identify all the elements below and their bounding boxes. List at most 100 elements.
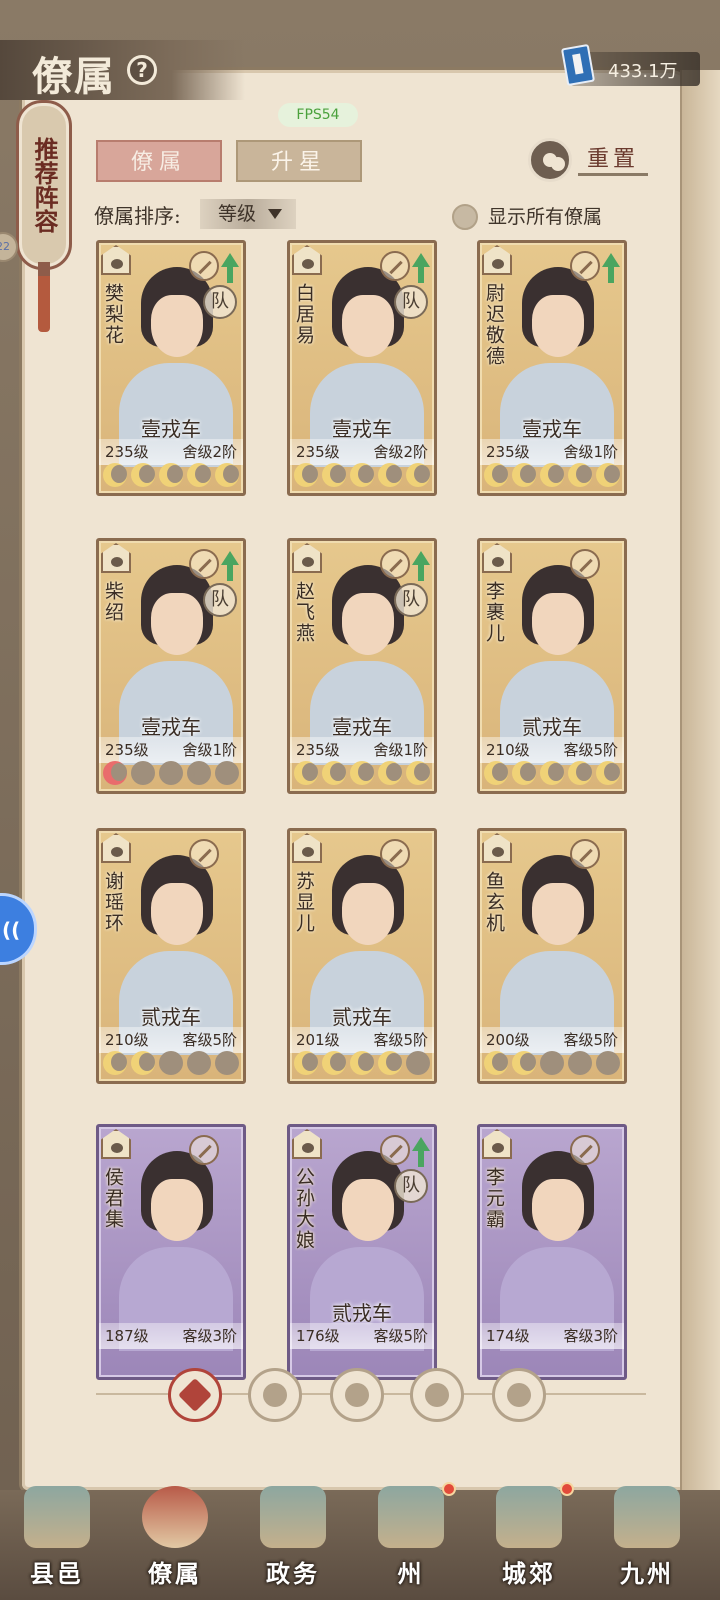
nav-art-icon <box>142 1486 208 1548</box>
card-stats: 235级 舍级1阶 <box>290 737 434 763</box>
retainer-card[interactable]: 队 柴绍 壹戎车 235级 舍级1阶 <box>96 538 246 794</box>
reset-icon <box>528 138 572 182</box>
moon-star-icon <box>215 761 239 785</box>
star-row <box>294 1051 430 1077</box>
moon-star-icon <box>159 1051 183 1075</box>
all-filter-icon[interactable] <box>168 1368 222 1422</box>
moon-star-icon <box>512 1051 536 1075</box>
rank-icon <box>482 245 512 275</box>
star-row <box>294 463 430 489</box>
portrait-face <box>532 883 584 945</box>
retainer-name: 李元霸 <box>483 1167 505 1230</box>
retainer-card[interactable]: 李元霸 174级 客级3阶 <box>477 1124 627 1380</box>
portrait-face <box>342 593 394 655</box>
notification-dot <box>442 1482 456 1496</box>
retainer-card[interactable]: 尉迟敬德 壹戎车 235级 舍级1阶 <box>477 240 627 496</box>
type-icon <box>189 1135 219 1165</box>
upgrade-arrow-icon <box>221 253 239 285</box>
page-title: 僚属 <box>32 53 116 100</box>
moon-star-icon <box>378 463 402 487</box>
fan-filter-icon[interactable] <box>410 1368 464 1422</box>
moon-star-icon <box>406 1051 430 1075</box>
moon-star-icon <box>596 761 620 785</box>
portrait <box>490 1137 614 1351</box>
type-icon <box>570 1135 600 1165</box>
moon-star-icon <box>103 463 127 487</box>
upgrade-arrow-icon <box>412 253 430 285</box>
notification-dot <box>560 1482 574 1496</box>
rank-icon <box>482 833 512 863</box>
moon-star-icon <box>294 761 318 785</box>
retainer-card[interactable]: 队 樊梨花 壹戎车 235级 舍级2阶 <box>96 240 246 496</box>
moon-star-icon <box>215 1051 239 1075</box>
moon-star-icon <box>187 761 211 785</box>
portrait-face <box>151 1179 203 1241</box>
fps-counter: FPS54 <box>278 103 358 127</box>
retainer-level: 176级 <box>296 1327 340 1345</box>
sort-dropdown[interactable]: 等级 <box>200 199 296 229</box>
retainer-card[interactable]: 队 赵飞燕 壹戎车 235级 舍级1阶 <box>287 538 437 794</box>
currency-display[interactable]: 433.1万 <box>560 43 700 87</box>
nav-label: 县邑 <box>30 1559 84 1588</box>
card-stats: 235级 舍级1阶 <box>480 439 624 465</box>
portrait-face <box>151 593 203 655</box>
show-all-toggle[interactable]: 显示所有僚属 <box>452 202 652 230</box>
tab-retainers[interactable]: 僚属 <box>96 140 222 182</box>
retainer-house-rank: 客级5阶 <box>373 1031 428 1049</box>
nav-item-2[interactable]: 政务 <box>238 1478 348 1596</box>
retainer-name: 公孙大娘 <box>293 1167 315 1251</box>
rank-icon <box>101 1129 131 1159</box>
type-icon <box>570 251 600 281</box>
moon-star-icon <box>596 1051 620 1075</box>
reset-button[interactable]: 重置 <box>528 138 648 182</box>
beast-filter-icon[interactable] <box>492 1368 546 1422</box>
card-stats: 200级 客级5阶 <box>480 1027 624 1053</box>
nav-item-5[interactable]: 九州 <box>592 1478 702 1596</box>
nav-label: 九州 <box>620 1559 674 1588</box>
moon-star-icon <box>187 463 211 487</box>
portrait-face <box>342 295 394 357</box>
retainer-house-rank: 客级5阶 <box>182 1031 237 1049</box>
question-icon[interactable]: ? <box>127 55 157 85</box>
nav-item-4[interactable]: 城郊 <box>474 1478 584 1596</box>
star-row <box>484 761 620 787</box>
portrait-face <box>532 593 584 655</box>
retainer-card[interactable]: 队 白居易 壹戎车 235级 舍级2阶 <box>287 240 437 496</box>
tab-star-up[interactable]: 升星 <box>236 140 362 182</box>
recommend-lineup-button[interactable]: 推荐阵容 <box>16 100 72 270</box>
moon-star-icon <box>406 761 430 785</box>
upgrade-arrow-icon <box>221 551 239 583</box>
type-icon <box>380 251 410 281</box>
retainer-card[interactable]: 鱼玄机 200级 客级5阶 <box>477 828 627 1084</box>
retainer-card[interactable]: 侯君集 187级 客级3阶 <box>96 1124 246 1380</box>
nav-item-0[interactable]: 县邑 <box>2 1478 112 1596</box>
chariot-rank: 壹戎车 <box>332 715 392 739</box>
dropdown-arrow-icon <box>268 209 282 219</box>
retainer-card[interactable]: 队 公孙大娘 贰戎车 176级 客级5阶 <box>287 1124 437 1380</box>
moon-star-icon <box>512 463 536 487</box>
gourd-filter-icon[interactable] <box>330 1368 384 1422</box>
portrait-face <box>151 295 203 357</box>
tassel-decoration <box>38 262 50 332</box>
retainer-house-rank: 客级3阶 <box>563 1327 618 1345</box>
card-stats: 210级 客级5阶 <box>99 1027 243 1053</box>
moon-star-icon <box>215 463 239 487</box>
chariot-rank: 贰戎车 <box>141 1005 201 1029</box>
moon-star-icon <box>103 761 127 785</box>
card-stats: 201级 客级5阶 <box>290 1027 434 1053</box>
type-icon <box>570 549 600 579</box>
retainer-card[interactable]: 谢瑶环 贰戎车 210级 客级5阶 <box>96 828 246 1084</box>
nav-item-3[interactable]: 州 <box>356 1478 466 1596</box>
moon-star-icon <box>568 1051 592 1075</box>
moon-star-icon <box>131 761 155 785</box>
nav-item-1[interactable]: 僚属 <box>120 1478 230 1596</box>
moon-star-icon <box>131 463 155 487</box>
helmet-filter-icon[interactable] <box>248 1368 302 1422</box>
retainer-level: 210级 <box>486 741 530 759</box>
retainer-card[interactable]: 李裹儿 贰戎车 210级 客级5阶 <box>477 538 627 794</box>
retainer-level: 235级 <box>296 443 340 461</box>
radio-icon[interactable] <box>452 204 478 230</box>
retainer-name: 侯君集 <box>102 1167 124 1230</box>
rank-icon <box>482 1129 512 1159</box>
retainer-card[interactable]: 苏显儿 贰戎车 201级 客级5阶 <box>287 828 437 1084</box>
